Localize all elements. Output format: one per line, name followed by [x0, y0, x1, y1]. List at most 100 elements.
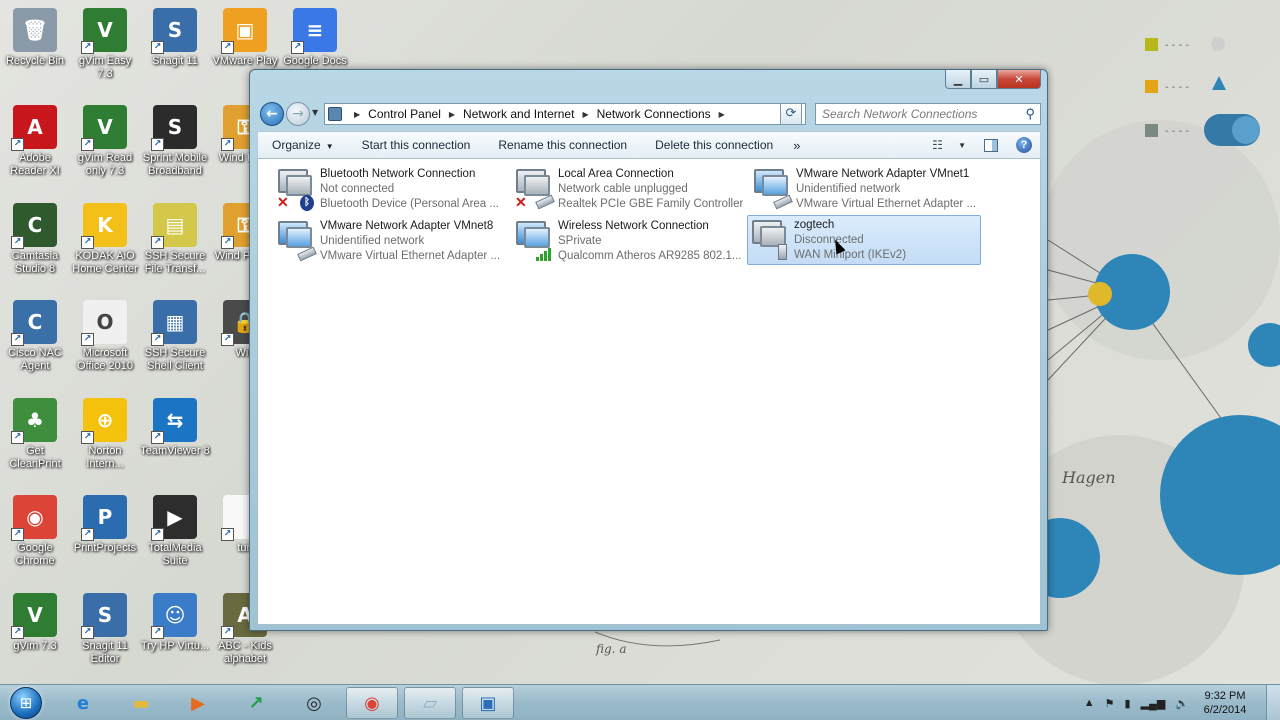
desktop-icon[interactable]: C ↗ Camtasia Studio 8: [0, 203, 70, 276]
organize-menu[interactable]: Organize ▼: [258, 138, 348, 152]
desktop-icon-label: Cisco NAC Agent: [8, 347, 62, 372]
start-button[interactable]: ⊞: [4, 685, 48, 720]
refresh-button[interactable]: ⟳: [780, 103, 802, 125]
breadcrumb-network-connections[interactable]: Network Connections: [597, 107, 711, 121]
cleanprint-icon: ♣ ↗: [11, 398, 57, 444]
volume-icon[interactable]: 🔊: [1175, 697, 1189, 710]
connection-device: WAN Miniport (IKEv2): [794, 249, 907, 261]
disconnected-x-icon: ✕: [277, 194, 289, 210]
desktop-icon[interactable]: C ↗ Cisco NAC Agent: [0, 300, 70, 373]
control-panel-icon: [328, 107, 342, 121]
action-center-flag-icon[interactable]: ⚑: [1105, 697, 1115, 710]
shortcut-arrow-icon: ↗: [81, 236, 94, 249]
connection-name: Local Area Connection: [558, 168, 674, 180]
breadcrumb-separator[interactable]: ▶: [449, 110, 455, 119]
totalmedia-icon: ▶ ↗: [151, 495, 197, 541]
breadcrumb-separator[interactable]: ▶: [354, 110, 360, 119]
connection-item-vmnet8[interactable]: VMware Network Adapter VMnet8 Unidentifi…: [274, 217, 508, 267]
connection-name: Bluetooth Network Connection: [320, 168, 476, 180]
desktop-icon[interactable]: A ↗ Adobe Reader XI: [0, 105, 70, 178]
media-player-icon[interactable]: ▶: [172, 687, 224, 719]
desktop-icon[interactable]: ♣ ↗ Get CleanPrint: [0, 398, 70, 471]
desktop-icon[interactable]: V ↗ gVim Read only 7.3: [70, 105, 140, 178]
search-icon[interactable]: ⚲: [1025, 106, 1035, 122]
desktop-icon[interactable]: K ↗ KODAK AiO Home Center: [70, 203, 140, 276]
minimize-button[interactable]: ▁: [945, 70, 971, 89]
breadcrumb-separator[interactable]: ▶: [719, 110, 725, 119]
show-hidden-icons-button[interactable]: ▲: [1084, 697, 1095, 709]
more-commands-button[interactable]: »: [787, 138, 806, 153]
search-box[interactable]: ⚲: [815, 103, 1041, 125]
desktop-icon[interactable]: S ↗ Snagit 11: [140, 8, 210, 68]
rename-connection-button[interactable]: Rename this connection: [484, 138, 641, 152]
desktop-icon[interactable]: ⊕ ↗ Norton Intern...: [70, 398, 140, 471]
connection-item-local-area[interactable]: ✕ Local Area Connection Network cable un…: [512, 165, 746, 215]
connection-status: Not connected: [320, 183, 395, 195]
network-connections-icon[interactable]: ▣: [462, 687, 514, 719]
file-explorer-icon[interactable]: ▬: [115, 687, 167, 719]
window-controls: ▁ ▭ ✕: [945, 70, 1041, 89]
preview-pane-icon[interactable]: [984, 138, 998, 152]
shortcut-arrow-icon: ↗: [81, 333, 94, 346]
network-signal-icon[interactable]: ▂▄▆: [1141, 697, 1166, 710]
printprojects-icon: P ↗: [81, 495, 127, 541]
back-button[interactable]: ←: [260, 102, 284, 126]
desktop-icon[interactable]: O ↗ Microsoft Office 2010: [70, 300, 140, 373]
desktop-icon[interactable]: ⇆ ↗ TeamViewer 8: [140, 398, 210, 458]
connection-name: VMware Network Adapter VMnet1: [796, 168, 970, 180]
search-input[interactable]: [822, 107, 1012, 121]
recent-pages-dropdown[interactable]: ▼: [312, 108, 318, 117]
desktop-icon[interactable]: ≡ ↗ Google Docs: [280, 8, 350, 68]
shortcut-arrow-icon: ↗: [11, 431, 24, 444]
wireless-app-icon[interactable]: ◎: [288, 687, 340, 719]
view-options-dropdown[interactable]: ▼: [958, 141, 966, 150]
shortcut-arrow-icon: ↗: [151, 626, 164, 639]
desktop-icon[interactable]: ▦ ↗ SSH Secure Shell Client: [140, 300, 210, 373]
connection-item-wireless[interactable]: Wireless Network Connection SPrivate Qua…: [512, 217, 746, 267]
navigation-bar: ← → ▼ ▶ Control Panel ▶ Network and Inte…: [258, 101, 1041, 127]
desktop-icon-label: Get CleanPrint: [9, 445, 61, 470]
stocks-app-icon[interactable]: ↗: [230, 687, 282, 719]
change-view-icon[interactable]: ☷: [932, 138, 958, 152]
chevron-down-icon: ▼: [325, 142, 334, 151]
desktop-icon-label: Microsoft Office 2010: [76, 347, 134, 372]
start-connection-button[interactable]: Start this connection: [348, 138, 485, 152]
desktop-icon[interactable]: S ↗ Snagit 11 Editor: [70, 593, 140, 666]
camtasia-icon: C ↗: [11, 203, 57, 249]
desktop-icon[interactable]: 🗑 Recycle Bin: [0, 8, 70, 68]
desktop-icon[interactable]: ▶ ↗ TotalMedia Suite: [140, 495, 210, 568]
desktop-icon[interactable]: ▣ ↗ VMware Play: [210, 8, 280, 68]
sprint-icon: S ↗: [151, 105, 197, 151]
signal-strength-icon: [536, 247, 556, 261]
help-icon[interactable]: ?: [1016, 137, 1032, 153]
connection-item-vmnet1[interactable]: VMware Network Adapter VMnet1 Unidentifi…: [750, 165, 984, 215]
connection-item-zogtech[interactable]: zogtech Disconnected WAN Miniport (IKEv2…: [747, 215, 981, 265]
connection-device: VMware Virtual Ethernet Adapter ...: [796, 198, 977, 210]
desktop-icon[interactable]: V ↗ gVim 7.3: [0, 593, 70, 653]
clock[interactable]: 9:32 PM 6/2/2014: [1194, 689, 1256, 717]
breadcrumb-network-and-internet[interactable]: Network and Internet: [463, 107, 574, 121]
desktop-icon[interactable]: S ↗ Sprint Mobile Broadband: [140, 105, 210, 178]
breadcrumb-separator[interactable]: ▶: [582, 110, 588, 119]
desktop-icon[interactable]: V ↗ gVim Easy 7.3: [70, 8, 140, 81]
chrome-icon[interactable]: ◉: [346, 687, 398, 719]
forward-button[interactable]: →: [286, 102, 310, 126]
desktop-icon[interactable]: ▤ ↗ SSH Secure File Transf...: [140, 203, 210, 276]
desktop-icon-label: gVim 7.3: [13, 640, 57, 652]
show-desktop-button[interactable]: [1266, 685, 1280, 720]
notebook-app-icon[interactable]: ▱: [404, 687, 456, 719]
ssh-shell-icon: ▦ ↗: [151, 300, 197, 346]
address-bar[interactable]: ▶ Control Panel ▶ Network and Internet ▶…: [324, 103, 806, 125]
connection-item-bluetooth[interactable]: ✕ ᛒ Bluetooth Network Connection Not con…: [274, 165, 508, 215]
desktop-icon[interactable]: P ↗ PrintProjects: [70, 495, 140, 555]
delete-connection-button[interactable]: Delete this connection: [641, 138, 787, 152]
internet-explorer-icon[interactable]: e: [57, 687, 109, 719]
desktop-icon-label: Snagit 11 Editor: [82, 640, 128, 665]
desktop-icon[interactable]: ◉ ↗ Google Chrome: [0, 495, 70, 568]
breadcrumb-control-panel[interactable]: Control Panel: [368, 107, 441, 121]
battery-icon[interactable]: ▮: [1125, 697, 1131, 710]
close-button[interactable]: ✕: [997, 70, 1041, 89]
desktop-icon[interactable]: ☺ ↗ Try HP Virtu...: [140, 593, 210, 653]
organize-label: Organize: [272, 138, 321, 152]
maximize-button[interactable]: ▭: [971, 70, 997, 89]
